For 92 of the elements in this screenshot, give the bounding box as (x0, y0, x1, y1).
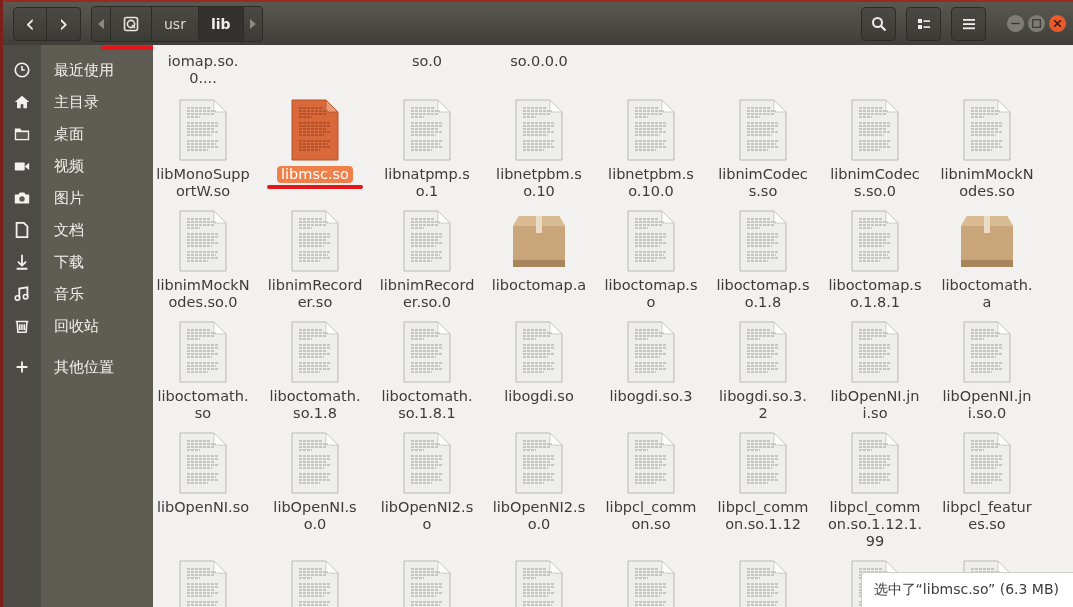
file-item[interactable]: libnimCodecs.so.0 (819, 99, 931, 200)
back-button[interactable]: ‹ (13, 6, 47, 41)
document-icon (290, 432, 340, 494)
search-button[interactable] (861, 6, 896, 41)
sidebar-item[interactable]: 其他位置 (3, 351, 153, 383)
file-item[interactable]: libOpenNI.so.0 (259, 432, 371, 550)
document-icon (962, 432, 1012, 494)
document-icon (402, 432, 452, 494)
file-item[interactable]: libnatpmp.so.1 (371, 99, 483, 200)
file-item[interactable]: libpcl_common.so.1.12.1.99 (819, 432, 931, 550)
file-item[interactable]: libpcl_common.so (595, 432, 707, 550)
sidebar-item[interactable]: 最近使用 (3, 54, 153, 86)
document-icon (850, 432, 900, 494)
file-name: so.0 (411, 53, 443, 70)
file-name: so.0.0.0 (509, 53, 569, 70)
file-item[interactable]: liboctomap.so.1.8.1 (819, 210, 931, 311)
document-icon (402, 210, 452, 272)
document-icon (738, 321, 788, 383)
path-segment[interactable]: lib (197, 6, 244, 41)
file-item[interactable]: libogdi.so.3.2 (707, 321, 819, 422)
document-icon (290, 321, 340, 383)
file-item[interactable]: libnimMockNodes.so.0 (153, 210, 259, 311)
document-icon (962, 321, 1012, 383)
file-item[interactable]: libnetpbm.so.10 (483, 99, 595, 200)
file-item[interactable]: libnimMockNodes.so (931, 99, 1043, 200)
search-icon (870, 15, 887, 32)
document-icon (962, 99, 1012, 161)
sidebar-item[interactable]: 桌面 (3, 118, 153, 150)
file-item[interactable]: libOpenNI.jni.so.0 (931, 321, 1043, 422)
file-item[interactable]: libOpenNI2.so (371, 432, 483, 550)
document-icon (178, 321, 228, 383)
file-item[interactable]: liboctomap.a (483, 210, 595, 311)
file-item[interactable]: libpcl_common.so.1.12 (707, 432, 819, 550)
document-icon (178, 99, 228, 161)
file-item[interactable]: libOpenNI2.so.0 (483, 432, 595, 550)
file-item[interactable]: liboctomath.so.1.8.1 (371, 321, 483, 422)
file-item[interactable]: libogdi.so (483, 321, 595, 422)
file-item[interactable]: libnetpbm.so.10.0 (595, 99, 707, 200)
file-item[interactable]: libOpenNI.so (153, 432, 259, 550)
file-item[interactable]: liboctomath.so (153, 321, 259, 422)
file-item[interactable]: liboctomath.so.1.8 (259, 321, 371, 422)
document-icon (626, 99, 676, 161)
file-item[interactable]: liboctomath.a (931, 210, 1043, 311)
clock-icon (13, 61, 31, 79)
file-item[interactable]: libogdi.so.3 (595, 321, 707, 422)
file-item[interactable]: liboctomap.so.1.8 (707, 210, 819, 311)
maximize-button[interactable] (1027, 14, 1046, 33)
document-icon (402, 321, 452, 383)
sidebar-item[interactable]: 图片 (3, 182, 153, 214)
path-segment[interactable]: usr (151, 6, 198, 41)
document-icon (178, 210, 228, 272)
sidebar-item[interactable]: 视频 (3, 150, 153, 182)
menu-button[interactable] (951, 6, 986, 41)
music-icon (13, 285, 31, 303)
document-icon (738, 210, 788, 272)
document-icon (738, 99, 788, 161)
sidebar-item[interactable]: 音乐 (3, 278, 153, 310)
close-button[interactable] (1048, 14, 1067, 33)
status-bar: 选中了“libmsc.so” (6.3 MB) (860, 572, 1073, 607)
document-icon (402, 99, 452, 161)
sidebar-item[interactable]: 主目录 (3, 86, 153, 118)
file-item[interactable]: libnimCodecs.so (707, 99, 819, 200)
document-icon (850, 321, 900, 383)
home-icon (13, 93, 31, 111)
file-name: iomap.so.0.... (166, 53, 240, 87)
forward-button[interactable]: › (47, 6, 81, 41)
view-button[interactable] (906, 6, 941, 41)
document-icon (514, 99, 564, 161)
sidebar-item[interactable]: 回收站 (3, 310, 153, 342)
document-icon (514, 321, 564, 383)
minimize-button[interactable] (1006, 14, 1025, 33)
scroll-left-icon[interactable] (98, 18, 104, 29)
document-icon (850, 99, 900, 161)
document-icon (626, 210, 676, 272)
document-icon (626, 432, 676, 494)
document-icon (850, 210, 900, 272)
document-icon (178, 432, 228, 494)
scroll-right-icon[interactable] (249, 18, 256, 29)
document-icon (290, 210, 340, 272)
file-item[interactable]: libOpenNI.jni.so (819, 321, 931, 422)
sidebar-item[interactable]: 下载 (3, 246, 153, 278)
file-item[interactable]: liboctomap.so (595, 210, 707, 311)
document-icon (626, 321, 676, 383)
document-icon (13, 221, 31, 239)
document-icon (290, 99, 340, 161)
document-icon (514, 432, 564, 494)
file-item[interactable]: libMonoSupportW.so (153, 99, 259, 200)
file-item[interactable]: libnimRecorder.so (259, 210, 371, 311)
sidebar-item[interactable]: 文档 (3, 214, 153, 246)
document-icon (738, 432, 788, 494)
file-item[interactable]: libnimRecorder.so.0 (371, 210, 483, 311)
file-item[interactable]: libpcl_features.so (931, 432, 1043, 550)
